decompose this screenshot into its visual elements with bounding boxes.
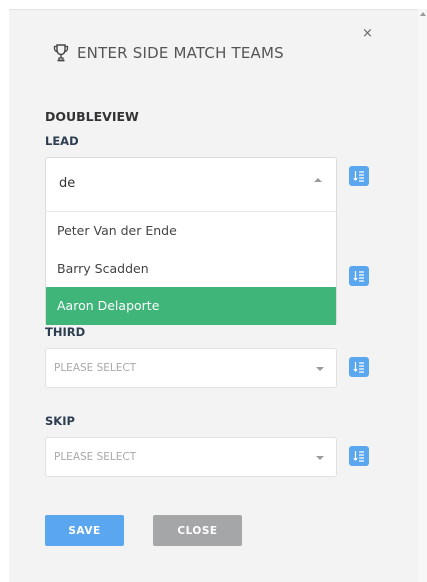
- skip-label: SKIP: [45, 414, 75, 428]
- page: × ENTER SIDE MATCH TEAMS DOUBLEVIEW LEAD…: [0, 0, 427, 582]
- dialog-title: ENTER SIDE MATCH TEAMS: [77, 44, 284, 62]
- dialog-header: ENTER SIDE MATCH TEAMS: [53, 44, 284, 62]
- trophy-icon: [53, 44, 69, 62]
- close-icon[interactable]: ×: [362, 26, 373, 41]
- lead-dropdown-list: Peter Van der Ende Barry Scadden Aaron D…: [45, 211, 337, 325]
- list-item[interactable]: Barry Scadden: [46, 250, 336, 288]
- chevron-down-icon[interactable]: [316, 456, 324, 460]
- skip-select[interactable]: PLEASE SELECT: [45, 437, 337, 477]
- skip-sort-button[interactable]: [349, 446, 369, 466]
- third-label: THIRD: [45, 325, 86, 339]
- skip-placeholder: PLEASE SELECT: [54, 451, 137, 463]
- sort-list-icon: [353, 362, 364, 373]
- second-sort-button[interactable]: [349, 266, 369, 286]
- lead-sort-button[interactable]: [349, 166, 369, 186]
- chevron-down-icon[interactable]: [316, 367, 324, 371]
- sort-list-icon: [353, 451, 364, 462]
- lead-label: LEAD: [45, 134, 79, 148]
- lead-select[interactable]: de: [45, 157, 337, 211]
- chevron-up-icon[interactable]: [314, 178, 322, 182]
- save-button[interactable]: SAVE: [45, 515, 124, 546]
- scroll-up-arrow-icon[interactable]: [420, 12, 426, 16]
- list-item[interactable]: Peter Van der Ende: [46, 212, 336, 250]
- close-button[interactable]: CLOSE: [153, 515, 242, 546]
- list-item-highlighted[interactable]: Aaron Delaporte: [46, 287, 336, 325]
- sort-list-icon: [353, 271, 364, 282]
- team-name: DOUBLEVIEW: [45, 109, 139, 124]
- scrollbar[interactable]: [418, 9, 427, 582]
- third-sort-button[interactable]: [349, 357, 369, 377]
- sort-list-icon: [353, 171, 364, 182]
- third-placeholder: PLEASE SELECT: [54, 362, 137, 374]
- third-select[interactable]: PLEASE SELECT: [45, 348, 337, 388]
- lead-search-input[interactable]: de: [59, 176, 75, 191]
